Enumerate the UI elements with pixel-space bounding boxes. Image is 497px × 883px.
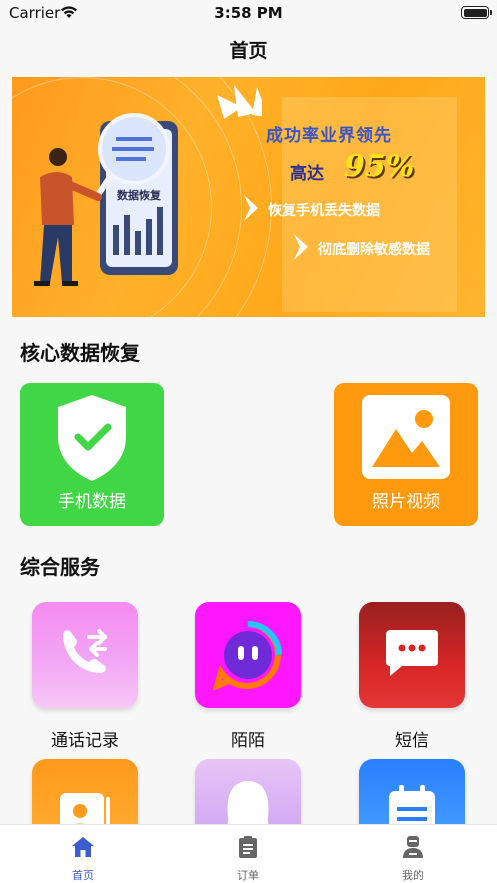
- tab-orders-label: 订单: [237, 869, 259, 882]
- battery-icon: [461, 6, 492, 19]
- tab-orders[interactable]: 订单: [198, 825, 298, 883]
- phone-screen-label: 数据恢复: [117, 188, 162, 202]
- service-sms[interactable]: 短信: [357, 602, 467, 751]
- service-sms-icon-box: [359, 602, 465, 708]
- page-title: 首页: [229, 40, 268, 62]
- phone-data-tile[interactable]: 手机数据: [20, 383, 164, 526]
- service-call-log[interactable]: 通话记录: [30, 602, 140, 751]
- home-icon: [72, 837, 94, 857]
- photo-video-label: 照片视频: [372, 492, 440, 512]
- message-icon: [386, 630, 438, 676]
- image-icon: [362, 395, 450, 479]
- banner-headline: 成功率业界领先: [266, 126, 392, 146]
- banner-percent: 95%: [344, 149, 415, 184]
- chevron-right-icon: [244, 195, 258, 221]
- banner-bullet-recover: 恢复手机丢失数据: [268, 203, 380, 219]
- service-call-log-icon-box: [32, 602, 138, 708]
- banner-subheadline: 高达: [290, 164, 324, 184]
- status-bar: Carrier 3:58 PM: [0, 0, 497, 26]
- service-momo-label: 陌陌: [231, 731, 265, 751]
- phone-data-label: 手机数据: [58, 492, 126, 512]
- clipboard-icon: [239, 836, 257, 858]
- momo-icon: [213, 621, 282, 690]
- services-section-title: 综合服务: [20, 555, 100, 579]
- tab-mine[interactable]: 我的: [363, 825, 463, 883]
- clock: 3:58 PM: [214, 4, 283, 22]
- call-transfer-icon: [63, 629, 107, 673]
- promo-banner[interactable]: 数据恢复 成功率业界领先 高达 95% 恢复手机丢失数据 彻底删除敏感数据: [12, 77, 485, 317]
- tab-bar: 首页 订单 我的: [0, 824, 497, 883]
- service-sms-label: 短信: [395, 731, 429, 751]
- tab-home-label: 首页: [72, 869, 94, 882]
- service-call-log-label: 通话记录: [51, 731, 119, 751]
- service-momo-icon-box: [195, 602, 301, 708]
- core-section-title: 核心数据恢复: [20, 341, 140, 365]
- user-icon: [403, 836, 423, 858]
- chevron-right-icon: [294, 234, 308, 260]
- photo-video-tile[interactable]: 照片视频: [334, 383, 478, 526]
- shield-check-icon: [58, 395, 126, 481]
- banner-bullet-delete: 彻底删除敏感数据: [318, 242, 430, 258]
- tab-home[interactable]: 首页: [33, 825, 133, 883]
- banner-illustration: 数据恢复: [34, 85, 262, 286]
- tab-mine-label: 我的: [402, 869, 424, 882]
- service-momo[interactable]: 陌陌: [193, 602, 303, 751]
